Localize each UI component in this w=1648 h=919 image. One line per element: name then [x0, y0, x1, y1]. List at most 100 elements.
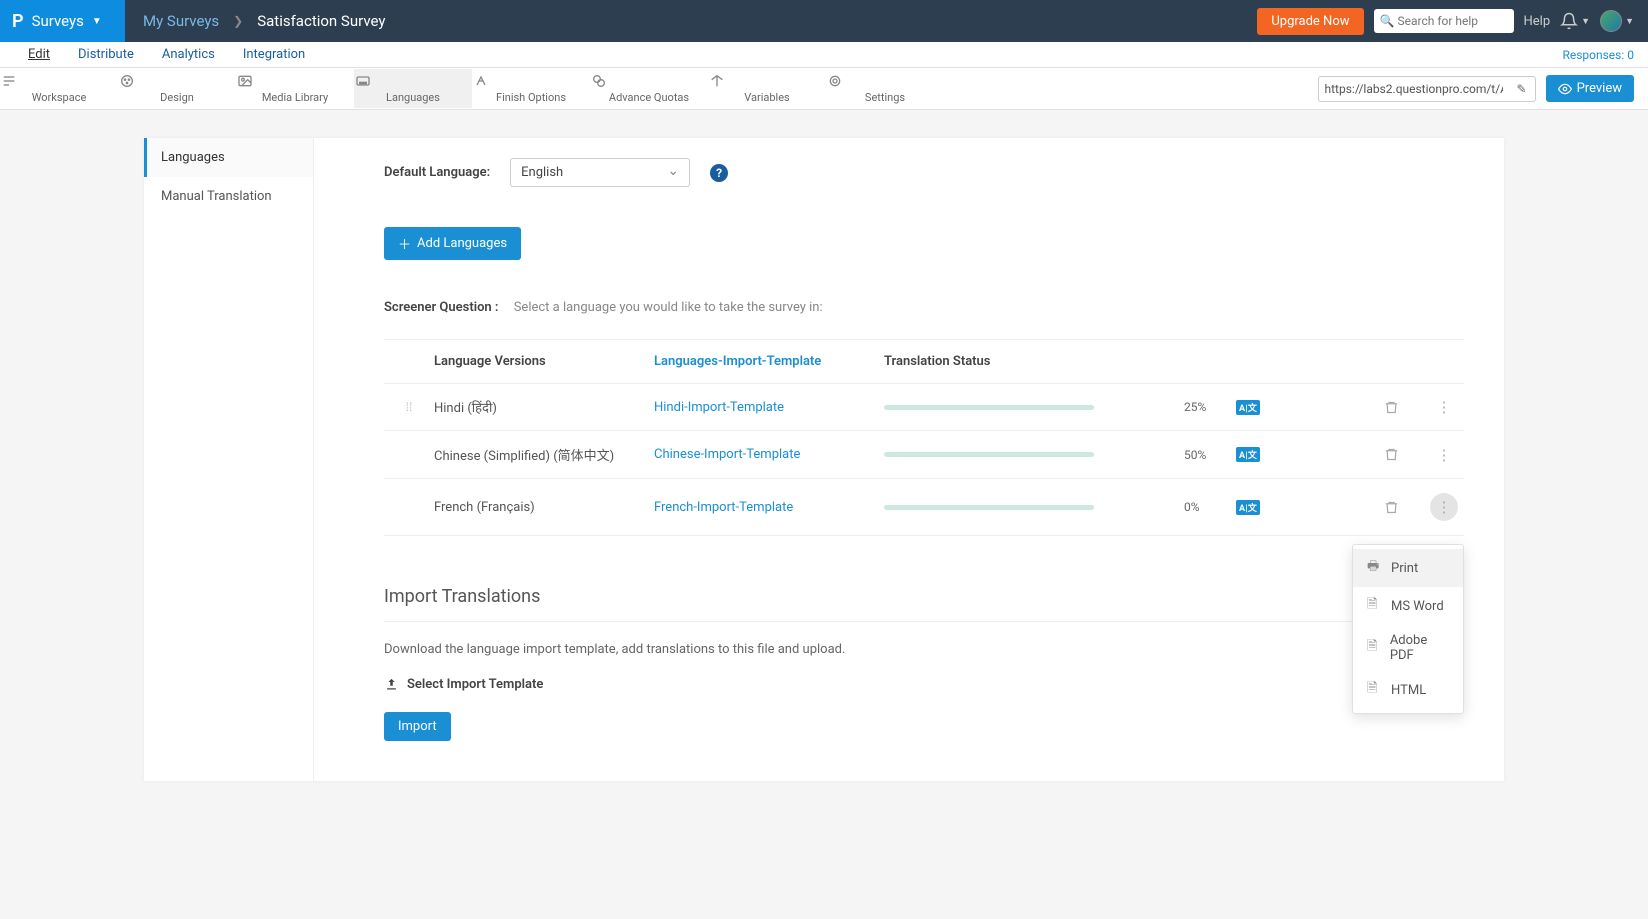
editor-toolbar: Workspace Design Media Library Languages… [0, 68, 1648, 110]
tool-design[interactable]: Design [118, 69, 236, 108]
topbar-right: Upgrade Now 🔍 Help ▼ ▼ [1257, 8, 1648, 35]
select-import-template[interactable]: Select Import Template [384, 677, 1464, 692]
settings-icon [826, 73, 944, 89]
lang-name: French (Français) [434, 500, 654, 515]
tool-advance-quotas[interactable]: Advance Quotas [590, 69, 708, 108]
page-panel: Languages Manual Translation Default Lan… [144, 138, 1504, 781]
import-button[interactable]: Import [384, 712, 451, 741]
tool-variables[interactable]: Variables [708, 69, 826, 108]
chevron-down-icon: ▼ [92, 16, 102, 27]
tool-settings[interactable]: Settings [826, 69, 944, 108]
user-avatar[interactable]: ▼ [1600, 10, 1634, 32]
drag-handle-icon[interactable]: ⁞⁞ [384, 400, 434, 414]
languages-import-template-link[interactable]: Languages-Import-Template [654, 354, 884, 369]
dropdown-label: Adobe PDF [1390, 633, 1449, 663]
media-icon [236, 73, 354, 89]
default-language-label: Default Language: [384, 165, 490, 180]
tool-label: Media Library [262, 91, 328, 104]
row-menu-icon[interactable]: ⋮ [1430, 493, 1458, 521]
upload-icon [384, 677, 399, 692]
tool-workspace[interactable]: Workspace [0, 69, 118, 108]
default-language-select[interactable]: English [510, 158, 690, 187]
lang-name: Chinese (Simplified) (简体中文) [434, 445, 654, 464]
import-translations-section: Import Translations Download the languag… [384, 586, 1464, 741]
sidenav-item-manual-translation[interactable]: Manual Translation [144, 177, 313, 216]
preview-label: Preview [1577, 81, 1622, 96]
survey-url-input[interactable] [1319, 78, 1509, 100]
chevron-down-icon: ▼ [1625, 16, 1634, 27]
progress-percent: 50% [1184, 448, 1224, 462]
delete-icon[interactable] [1384, 500, 1424, 515]
import-heading: Import Translations [384, 586, 1464, 622]
content-area: Default Language: English ? ＋ Add Langua… [314, 138, 1504, 781]
product-switcher[interactable]: P Surveys ▼ [0, 0, 125, 42]
sidenav-item-languages[interactable]: Languages [144, 138, 313, 177]
tool-label: Design [160, 91, 194, 104]
row-menu-icon[interactable]: ⋮ [1424, 398, 1464, 416]
table-row: French (Français) French-Import-Template… [384, 479, 1464, 536]
breadcrumb-root[interactable]: My Surveys [143, 12, 219, 30]
lang-template-link[interactable]: French-Import-Template [654, 500, 884, 515]
search-input[interactable] [1374, 9, 1514, 33]
lang-template-link[interactable]: Hindi-Import-Template [654, 400, 884, 415]
row-menu-icon[interactable]: ⋮ [1424, 446, 1464, 464]
search-icon: 🔍 [1380, 14, 1395, 28]
select-template-label: Select Import Template [407, 677, 543, 692]
table-row: ⁞⁞ Hindi (हिंदी) Hindi-Import-Template 2… [384, 384, 1464, 431]
tool-label: Finish Options [496, 91, 566, 104]
tab-analytics[interactable]: Analytics [148, 47, 229, 62]
survey-url-box: ✎ [1318, 76, 1536, 102]
side-nav: Languages Manual Translation [144, 138, 314, 781]
screener-label: Screener Question : [384, 300, 498, 315]
add-languages-label: Add Languages [417, 236, 507, 251]
table-header: Language Versions Languages-Import-Templ… [384, 340, 1464, 384]
tool-languages[interactable]: Languages [354, 69, 472, 108]
primary-tabs: Edit Distribute Analytics Integration Re… [0, 42, 1648, 68]
search-help-wrapper: 🔍 [1374, 9, 1514, 33]
breadcrumb: My Surveys ❯ Satisfaction Survey [125, 12, 403, 30]
default-language-value: English [521, 165, 563, 180]
translate-badge-icon[interactable]: A|文 [1236, 400, 1260, 415]
dropdown-item-msword[interactable]: 🗎 MS Word [1353, 587, 1463, 625]
col-language-versions: Language Versions [434, 354, 654, 369]
upgrade-button[interactable]: Upgrade Now [1257, 8, 1363, 35]
chevron-down-icon: ▼ [1581, 16, 1590, 27]
help-icon[interactable]: ? [710, 164, 728, 182]
edit-url-icon[interactable]: ✎ [1509, 82, 1535, 96]
default-language-row: Default Language: English ? [384, 158, 1464, 187]
pdf-icon: 🗎 [1367, 637, 1380, 659]
translation-progress [884, 452, 1184, 457]
delete-icon[interactable] [1384, 447, 1424, 462]
dropdown-item-html[interactable]: 🗎 HTML [1353, 671, 1463, 709]
preview-button[interactable]: Preview [1546, 75, 1634, 102]
dropdown-item-pdf[interactable]: 🗎 Adobe PDF [1353, 625, 1463, 671]
translate-badge-icon[interactable]: A|文 [1236, 447, 1260, 462]
help-link[interactable]: Help [1524, 14, 1551, 29]
tool-label: Advance Quotas [609, 91, 689, 104]
workspace-icon [0, 73, 118, 89]
responses-count[interactable]: Responses: 0 [1562, 48, 1634, 62]
tab-distribute[interactable]: Distribute [64, 47, 148, 62]
plus-icon: ＋ [398, 234, 411, 253]
col-translation-status: Translation Status [884, 354, 1184, 369]
dropdown-label: Print [1391, 561, 1418, 576]
translate-badge-icon[interactable]: A|文 [1236, 500, 1260, 515]
translation-progress [884, 505, 1184, 510]
notifications-icon[interactable]: ▼ [1560, 12, 1590, 30]
product-name: Surveys [32, 12, 84, 30]
tool-media-library[interactable]: Media Library [236, 69, 354, 108]
finish-icon [472, 73, 590, 89]
html-icon: 🗎 [1367, 679, 1381, 701]
tool-label: Settings [865, 91, 905, 104]
tool-finish-options[interactable]: Finish Options [472, 69, 590, 108]
progress-percent: 0% [1184, 500, 1224, 514]
add-languages-button[interactable]: ＋ Add Languages [384, 227, 521, 260]
dropdown-item-print[interactable]: 🖶 Print [1353, 549, 1463, 587]
delete-icon[interactable] [1384, 400, 1424, 415]
tab-edit[interactable]: Edit [14, 47, 64, 62]
lang-template-link[interactable]: Chinese-Import-Template [654, 447, 884, 462]
avatar-icon [1600, 10, 1622, 32]
tool-label: Languages [386, 91, 440, 104]
import-description: Download the language import template, a… [384, 642, 1464, 657]
tab-integration[interactable]: Integration [229, 47, 319, 62]
